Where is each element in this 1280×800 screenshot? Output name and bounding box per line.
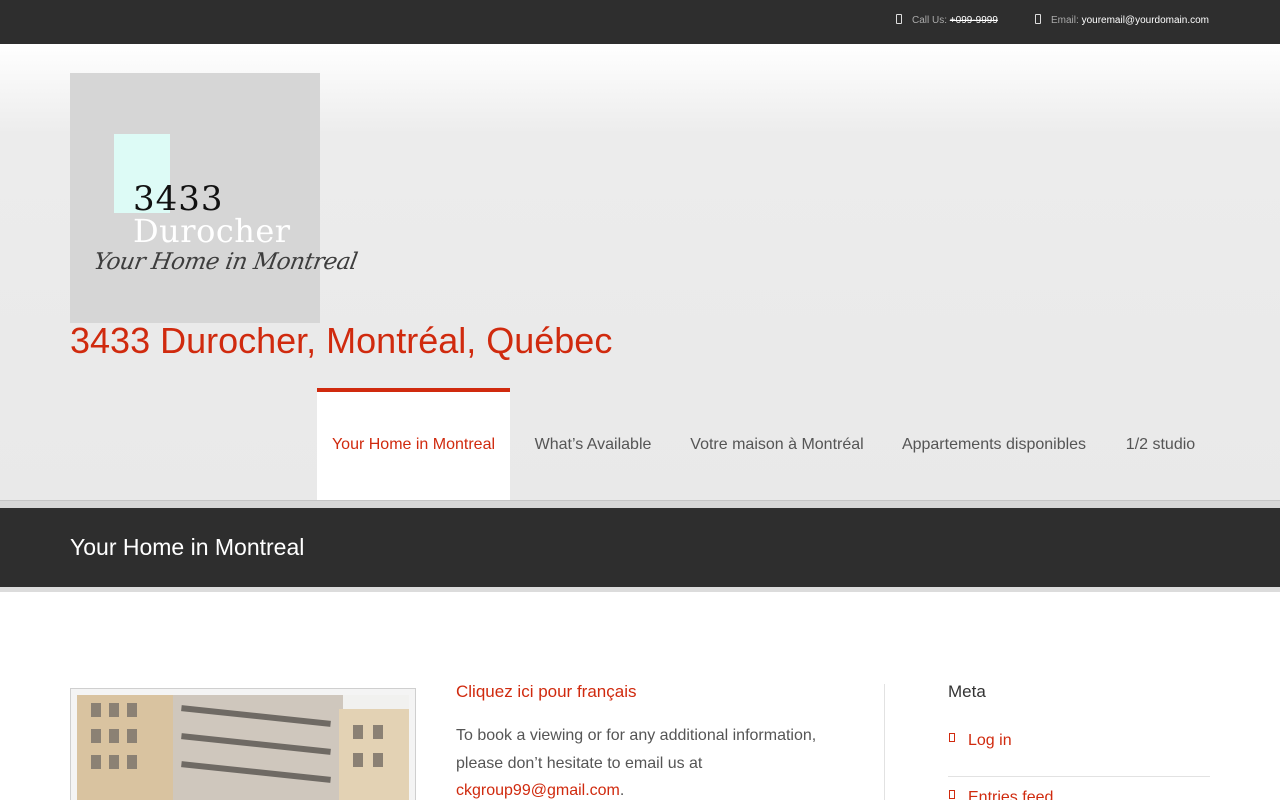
site-title[interactable]: 3433 Durocher, Montréal, Québec [70, 320, 612, 362]
phone-contact: Call Us: +099-9999 [896, 14, 998, 26]
photo-window [127, 755, 137, 769]
meta-link-label: Entries feed [968, 789, 1054, 800]
phone-number[interactable]: +099-9999 [950, 15, 998, 26]
building-photo[interactable] [77, 695, 409, 800]
meta-link-entries-feed[interactable]: Entries feed [948, 777, 1210, 800]
mail-icon [1035, 14, 1041, 24]
page-title-bar: Your Home in Montreal [0, 508, 1280, 587]
photo-window [353, 753, 363, 767]
photo-window [91, 729, 101, 743]
intro-text: To book a viewing or for any additional … [456, 727, 817, 772]
site-logo[interactable]: 3433 Durocher Your Home in Montreal [70, 73, 360, 323]
photo-window [353, 725, 363, 739]
header-divider [0, 500, 1280, 508]
photo-window [109, 729, 119, 743]
intro-paragraph: To book a viewing or for any additional … [456, 722, 856, 800]
widget-heading: Meta [948, 682, 986, 701]
logo-tagline: Your Home in Montreal [91, 249, 360, 275]
phone-icon [896, 14, 902, 24]
email-address[interactable]: youremail@yourdomain.com [1082, 15, 1209, 26]
photo-window [373, 753, 383, 767]
nav-item-your-home[interactable]: Your Home in Montreal [317, 388, 510, 502]
nav-item-studio[interactable]: 1/2 studio [1114, 388, 1207, 502]
nav-item-whats-available[interactable]: What’s Available [523, 388, 663, 502]
contact-email-link[interactable]: ckgroup99@gmail.com [456, 782, 620, 799]
title-bar-divider [0, 587, 1280, 592]
nav-item-appartements[interactable]: Appartements disponibles [890, 388, 1098, 502]
main-content: Cliquez ici pour français To book a view… [456, 682, 856, 800]
page-title: Your Home in Montreal [70, 534, 305, 560]
nav-item-votre-maison[interactable]: Votre maison à Montréal [678, 388, 876, 502]
french-version-link[interactable]: Cliquez ici pour français [456, 682, 856, 702]
email-label: Email: [1051, 15, 1079, 26]
photo-window [91, 703, 101, 717]
meta-links: Log in Entries feed [948, 730, 1210, 800]
column-divider [884, 684, 885, 800]
bullet-icon [949, 790, 955, 799]
top-contact-bar: Call Us: +099-9999 Email: youremail@your… [0, 0, 1280, 44]
photo-window [91, 755, 101, 769]
building-photo-frame [70, 688, 416, 800]
meta-link-login[interactable]: Log in [948, 730, 1210, 777]
photo-window [109, 755, 119, 769]
intro-period: . [619, 782, 625, 799]
bullet-icon [949, 733, 955, 742]
main-navigation: Your Home in Montreal What’s Available V… [0, 388, 1280, 502]
photo-window [109, 703, 119, 717]
logo-name: Durocher [133, 212, 291, 250]
photo-window [373, 725, 383, 739]
photo-window [127, 729, 137, 743]
site-header: 3433 Durocher Your Home in Montreal 3433… [0, 44, 1280, 502]
phone-label: Call Us: [912, 15, 948, 26]
photo-window [127, 703, 137, 717]
meta-link-label: Log in [968, 732, 1012, 749]
sidebar-meta-widget: Meta Log in Entries feed [948, 682, 1210, 800]
email-contact: Email: youremail@yourdomain.com [1035, 14, 1209, 26]
